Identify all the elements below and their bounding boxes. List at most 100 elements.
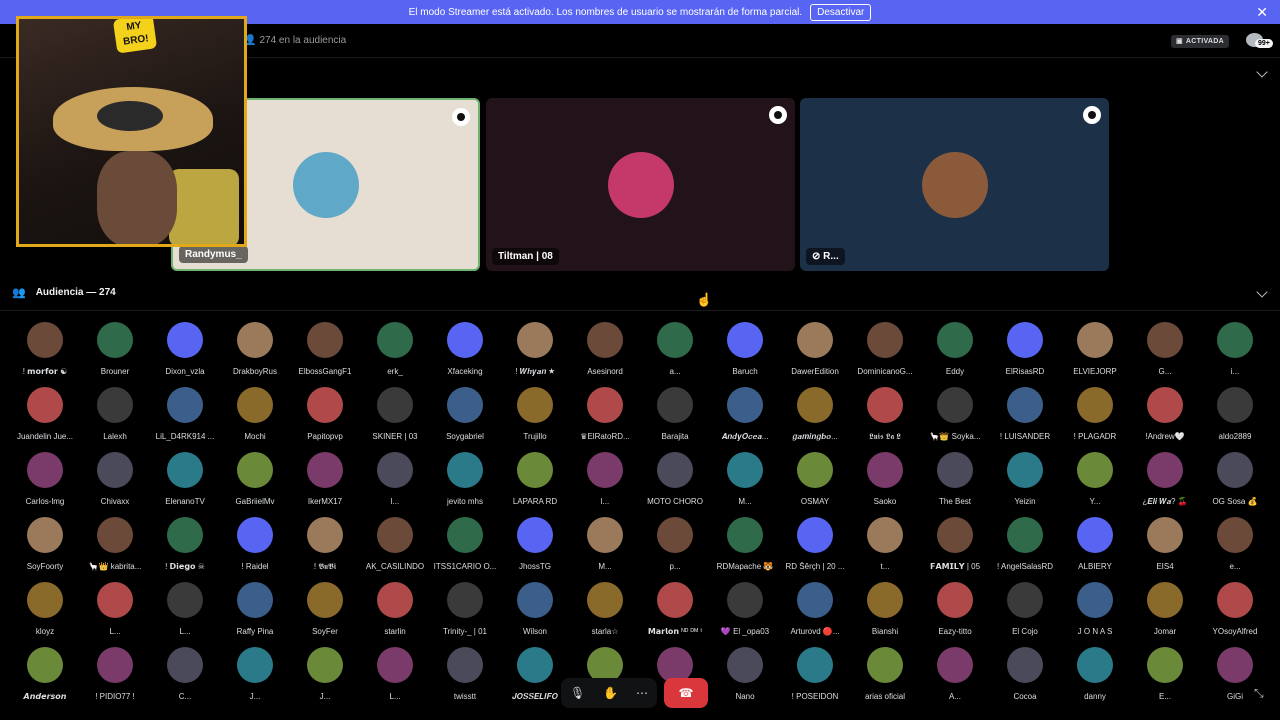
leave-stage-button[interactable]: ☎ [664,678,708,708]
audience-member[interactable]: J... [290,647,360,707]
raise-hand-icon[interactable]: ✋ [603,686,618,700]
audience-member[interactable]: E... [1130,647,1200,707]
audience-member[interactable]: SoyFer [290,582,360,642]
speaker-tile[interactable]: Tiltman | 08 [486,98,795,271]
audience-member[interactable]: ! PLAGADR [1060,387,1130,447]
audience-member[interactable]: ! 𝗗𝗶𝗲𝗴𝗼 ☠ [150,517,220,577]
audience-member[interactable]: Chivaxx [80,452,150,512]
audience-member[interactable]: twisstt [430,647,500,707]
audience-member[interactable]: Xfaceking [430,322,500,382]
audience-member[interactable]: Papitopvp [290,387,360,447]
audience-member[interactable]: Yeizin [990,452,1060,512]
audience-member[interactable]: L... [150,582,220,642]
audience-member[interactable]: ¿𝑬𝒍𝒊 𝑾𝒂? 🍒 [1130,452,1200,512]
audience-member[interactable]: Saoko [850,452,920,512]
audience-member[interactable]: LiL_D4RK914 ... [150,387,220,447]
audience-member[interactable]: Raffy Pina [220,582,290,642]
audience-member[interactable]: danny [1060,647,1130,707]
audience-member[interactable]: L... [80,582,150,642]
audience-member[interactable]: DrakboyRus [220,322,290,382]
audience-member[interactable]: DawerEdition [780,322,850,382]
audience-member[interactable]: a... [640,322,710,382]
audience-member[interactable]: 𝗠𝗮𝗿𝗹𝗼𝗻 ᴺᴰ ᴰᴹ ᵗ [640,582,710,642]
audience-member[interactable]: ♛ElRatoRD... [570,387,640,447]
audience-member[interactable]: t... [850,517,920,577]
audience-section-header[interactable]: 👥 Audiencia — 274 [12,286,116,299]
audience-member[interactable]: Jomar [1130,582,1200,642]
audience-member[interactable]: Eddy [920,322,990,382]
audience-member[interactable]: LAPARA RD [500,452,570,512]
audience-member[interactable]: L... [360,647,430,707]
audience-member[interactable]: kloyz [10,582,80,642]
audience-member[interactable]: 𝑱𝑶𝑺𝑺𝑬𝑳𝑰𝑭𝑶 [500,647,570,707]
audience-member[interactable]: Y... [1060,452,1130,512]
audience-member[interactable]: 𝗙𝗔𝗠𝗜𝗟𝗬 | 05 [920,517,990,577]
audience-member[interactable]: G... [1130,322,1200,382]
audience-member[interactable]: AK_CASILINDO [360,517,430,577]
audience-member[interactable]: ! LUISANDER [990,387,1060,447]
audience-member[interactable]: ! 𝗺𝗼𝗿𝗳𝗼𝗿 ☯ [10,322,80,382]
audience-member[interactable]: C... [150,647,220,707]
audience-member[interactable]: OSMAY [780,452,850,512]
audience-member[interactable]: Eazy-titto [920,582,990,642]
streamer-mode-status-badge[interactable]: ▣ ACTIVADA [1171,35,1229,48]
audience-member[interactable]: Asesinord [570,322,640,382]
audience-member[interactable]: ELVIEJORP [1060,322,1130,382]
audience-member[interactable]: l... [570,452,640,512]
audience-member[interactable]: OG Sosa 💰 [1200,452,1270,512]
audience-member[interactable]: starlin [360,582,430,642]
audience-member[interactable]: Dixon_vzla [150,322,220,382]
audience-member[interactable]: jevito mhs [430,452,500,512]
audience-member[interactable]: !Andrew🤍 [1130,387,1200,447]
audience-member[interactable]: ! 𝕭𝖚𝕭𝖎 [290,517,360,577]
audience-member[interactable]: EIS4 [1130,517,1200,577]
collapse-audience-chevron-icon[interactable] [1256,286,1268,298]
audience-member[interactable]: ElRisasRD [990,322,1060,382]
audience-member[interactable]: e... [1200,517,1270,577]
audience-member[interactable]: Brouner [80,322,150,382]
audience-member[interactable]: GaBriielMv [220,452,290,512]
audience-member[interactable]: Juandelin Jue... [10,387,80,447]
speaker-tile[interactable]: ⊘ R... [800,98,1109,271]
audience-member[interactable]: ! 𝑾𝒉𝒚𝒂𝒏 ★ [500,322,570,382]
audience-member[interactable]: J... [220,647,290,707]
audience-member[interactable]: IkerMX17 [290,452,360,512]
audience-member[interactable]: 𝘼𝙣𝙙𝙚𝙧𝙨𝙤𝙣 [10,647,80,707]
close-icon[interactable]: ✕ [1256,4,1268,20]
audience-member[interactable]: 𝒈𝒂𝒎𝒊𝒏𝒈𝒃𝒐... [780,387,850,447]
audience-member[interactable]: l... [360,452,430,512]
audience-member[interactable]: ! AngelSalasRD [990,517,1060,577]
audience-member[interactable]: i... [1200,322,1270,382]
audience-member[interactable]: starla☆ [570,582,640,642]
audience-member[interactable]: Mochi [220,387,290,447]
audience-member[interactable]: ! POSEIDON [780,647,850,707]
disable-streamer-mode-button[interactable]: Desactivar [810,3,872,21]
audience-member[interactable]: Bianshi [850,582,920,642]
audience-member[interactable]: ALBIERY [1060,517,1130,577]
audience-member[interactable]: RD Šêrçh | 20 ... [780,517,850,577]
audience-member[interactable]: The Best [920,452,990,512]
audience-member[interactable]: aldo2889 [1200,387,1270,447]
audience-member[interactable]: RDMapache 🐯 [710,517,780,577]
audience-member[interactable]: Baruch [710,322,780,382]
audience-member[interactable]: 🦙👑 Soyka... [920,387,990,447]
audience-member[interactable]: 𝕷𝖚𝖎𝖘 𝕷𝖆 𝕷 [850,387,920,447]
audience-member[interactable]: ! PIDIO77 ! [80,647,150,707]
audience-member[interactable]: A... [920,647,990,707]
audience-member[interactable]: Lalexh [80,387,150,447]
audience-member[interactable]: arias oficial [850,647,920,707]
audience-member[interactable]: SoyFoorty [10,517,80,577]
audience-member[interactable]: DominicanoG... [850,322,920,382]
audience-member[interactable]: 𝑨𝒏𝒅𝒚𝑶𝒄𝒆𝒂... [710,387,780,447]
audience-member[interactable]: ! Raidel [220,517,290,577]
audience-member[interactable]: MOTO CHORO [640,452,710,512]
fullscreen-icon[interactable]: ⤡ [1254,686,1264,701]
audience-member[interactable]: ElenanoTV [150,452,220,512]
audience-member[interactable]: J O N A S [1060,582,1130,642]
audience-member[interactable]: M... [710,452,780,512]
audience-member[interactable]: Trinity-_ | 01 [430,582,500,642]
more-options-icon[interactable]: ⋯ [636,686,648,700]
audience-member[interactable]: ITSS1CARIO O... [430,517,500,577]
mic-muted-icon[interactable]: 🎙 [570,686,585,700]
audience-member[interactable]: M... [570,517,640,577]
